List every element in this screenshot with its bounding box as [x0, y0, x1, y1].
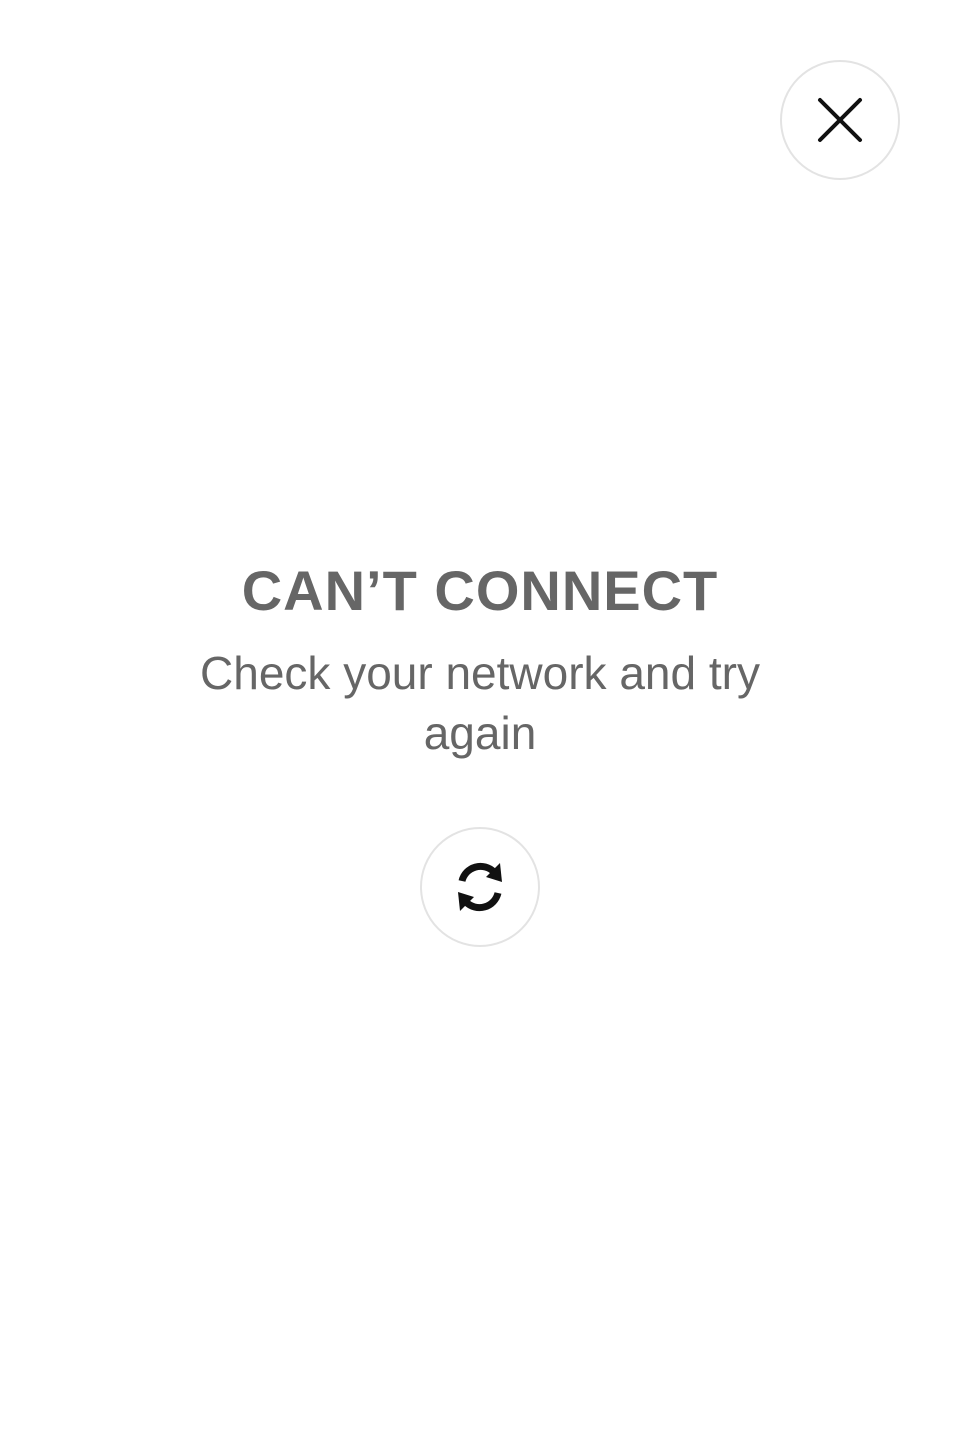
close-icon: [818, 98, 862, 142]
retry-button[interactable]: [420, 827, 540, 947]
error-title: CAN’T CONNECT: [241, 559, 719, 622]
error-message: Check your network and try again: [200, 647, 760, 759]
connection-error-screen: CAN’T CONNECT Check your network and try…: [0, 0, 960, 1440]
refresh-icon: [458, 862, 502, 912]
error-message-block: CAN’T CONNECT Check your network and try…: [0, 555, 960, 763]
close-button[interactable]: [780, 60, 900, 180]
